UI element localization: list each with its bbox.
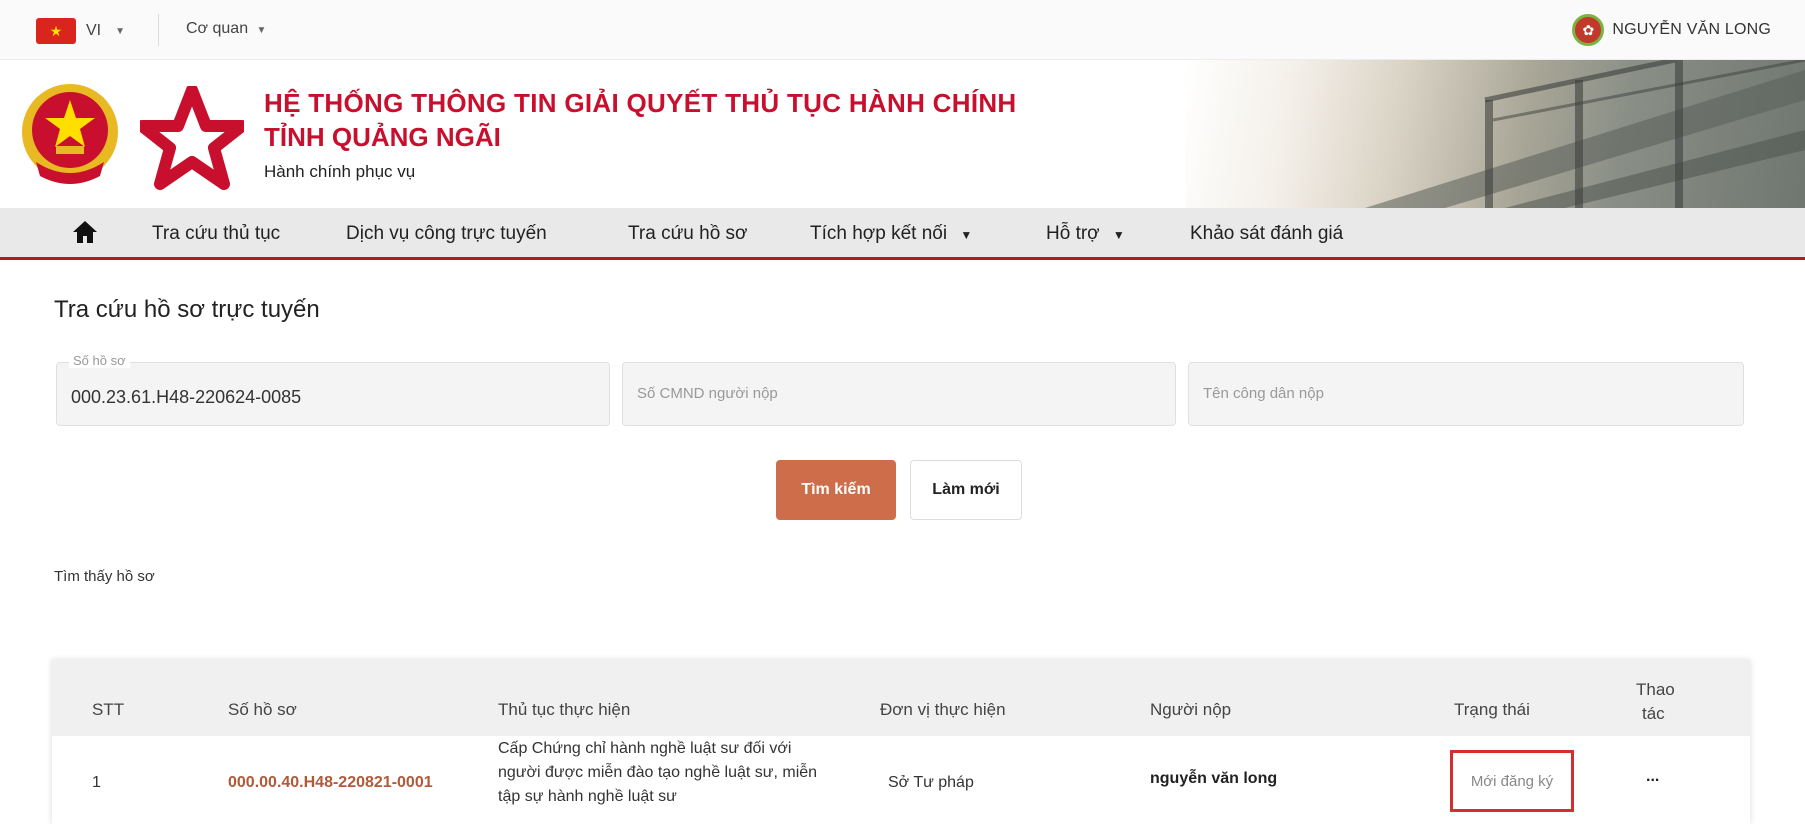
system-star-logo-icon (140, 86, 244, 190)
row-record-no-link[interactable]: 000.00.40.H48-220821-0001 (228, 774, 433, 792)
province-title: TỈNH QUẢNG NGÃI (264, 122, 501, 152)
table-header: STT Số hồ sơ Thủ tục thực hiện Đơn vị th… (52, 660, 1750, 736)
header-status: Trạng thái (1454, 700, 1530, 719)
record-number-label: Số hồ sơ (69, 353, 130, 368)
slogan: Hành chính phục vụ (264, 162, 416, 181)
nav-item-procedure-lookup[interactable]: Tra cứu thủ tục (152, 223, 280, 245)
language-code: VI (86, 22, 102, 39)
id-number-input[interactable]: Số CMND người nộp (622, 362, 1176, 426)
nav-item-record-lookup[interactable]: Tra cứu hồ sơ (628, 223, 748, 245)
nav-item-integration[interactable]: Tích hợp kết nối ▼ (810, 223, 972, 245)
citizen-name-input[interactable]: Tên công dân nộp (1188, 362, 1744, 426)
user-name: NGUYỄN VĂN LONG (1612, 21, 1771, 38)
caret-down-icon: ▼ (960, 228, 973, 242)
system-title: HỆ THỐNG THÔNG TIN GIẢI QUYẾT THỦ TỤC HÀ… (264, 88, 1017, 118)
caret-down-icon: ▼ (256, 25, 267, 36)
row-procedure-line3: tập sự hành nghề luật sư (498, 788, 677, 805)
top-bar: ★ VI ▼ Cơ quan ▼ ✿ NGUYỄN VĂN LONG (0, 0, 1805, 60)
row-unit: Sở Tư pháp (888, 774, 974, 791)
caret-down-icon: ▼ (115, 25, 126, 37)
page-title: Tra cứu hồ sơ trực tuyến (54, 296, 320, 323)
results-table: STT Số hồ sơ Thủ tục thực hiện Đơn vị th… (52, 660, 1750, 824)
header-unit: Đơn vị thực hiện (880, 700, 1006, 719)
agency-label: Cơ quan (186, 20, 249, 37)
header-procedure: Thủ tục thực hiện (498, 700, 631, 719)
reset-button[interactable]: Làm mới (910, 460, 1022, 520)
home-icon[interactable] (72, 220, 98, 244)
row-action-menu[interactable]: ... (1646, 768, 1659, 786)
nav-item-support-label: Hỗ trợ (1046, 223, 1100, 244)
id-number-placeholder: Số CMND người nộp (637, 385, 778, 402)
header-action-line2: tác (1642, 704, 1665, 723)
status-text: Mới đăng ký (1470, 772, 1554, 790)
header-submitter: Người nộp (1150, 700, 1232, 719)
bridge-image (1365, 60, 1805, 208)
nav-item-integration-label: Tích hợp kết nối (810, 223, 948, 244)
main-nav: Tra cứu thủ tục Dịch vụ công trực tuyến … (0, 208, 1805, 260)
header-stt: STT (92, 700, 125, 719)
national-emblem-icon (22, 84, 118, 184)
nav-item-support[interactable]: Hỗ trợ ▼ (1046, 223, 1125, 245)
row-procedure-line2: người được miễn đào tạo nghề luật sư, mi… (498, 764, 818, 781)
row-submitter: nguyễn văn long (1150, 770, 1278, 787)
site-header: HỆ THỐNG THÔNG TIN GIẢI QUYẾT THỦ TỤC HÀ… (0, 60, 1805, 208)
agency-selector[interactable]: Cơ quan ▼ (186, 20, 266, 38)
status-badge: Mới đăng ký (1450, 750, 1574, 812)
citizen-name-placeholder: Tên công dân nộp (1203, 385, 1324, 402)
results-found-text: Tìm thấy hồ sơ (54, 568, 155, 585)
row-stt: 1 (92, 774, 101, 791)
user-avatar-icon: ✿ (1572, 14, 1605, 46)
topbar-divider (158, 14, 159, 46)
search-button[interactable]: Tìm kiếm (776, 460, 896, 520)
row-procedure-line1: Cấp Chứng chỉ hành nghề luật sư đối với (498, 740, 792, 757)
nav-item-online-services[interactable]: Dịch vụ công trực tuyến (346, 223, 547, 245)
caret-down-icon: ▼ (1112, 228, 1125, 242)
header-record-no: Số hồ sơ (228, 700, 297, 719)
nav-item-survey[interactable]: Khảo sát đánh giá (1190, 223, 1343, 245)
language-selector[interactable]: ★ VI ▼ (36, 18, 125, 44)
header-action-line1: Thao (1636, 680, 1675, 699)
user-menu[interactable]: ✿ NGUYỄN VĂN LONG (1572, 14, 1771, 46)
vietnam-flag-icon: ★ (36, 18, 76, 44)
record-number-field[interactable]: Số hồ sơ 000.23.61.H48-220624-0085 (56, 353, 610, 426)
record-number-value: 000.23.61.H48-220624-0085 (71, 387, 302, 407)
